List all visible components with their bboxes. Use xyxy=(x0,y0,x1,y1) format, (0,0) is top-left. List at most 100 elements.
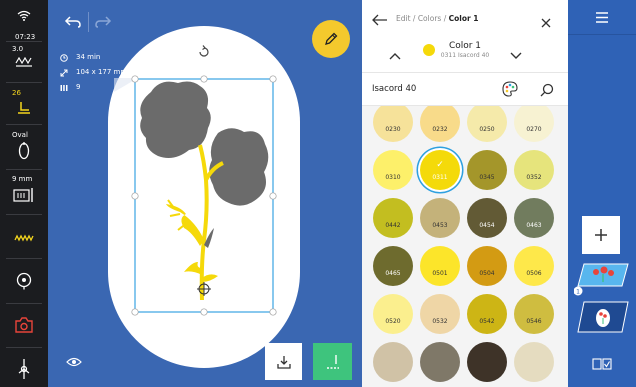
swatch-number: 0310 xyxy=(385,174,401,181)
swatch-number: 0542 xyxy=(479,318,495,325)
close-button[interactable] xyxy=(541,13,551,32)
layer-badge-number: 1 xyxy=(576,289,580,296)
stitch-out-icon xyxy=(326,354,339,369)
palette-icon xyxy=(502,81,518,97)
wifi-icon xyxy=(17,10,31,21)
presser-foot-button[interactable] xyxy=(0,101,48,115)
swatch-number: 0270 xyxy=(526,126,542,133)
needle-position-icon xyxy=(18,359,30,379)
hoop-label: Oval xyxy=(12,131,28,139)
needle-position-button[interactable] xyxy=(0,358,48,380)
menu-button[interactable] xyxy=(568,0,636,34)
swatch-number: 0453 xyxy=(432,222,448,229)
search-icon xyxy=(540,83,554,97)
color-swatch[interactable]: 0270 xyxy=(514,106,554,142)
bobbin-button[interactable] xyxy=(0,272,48,290)
clock-time: 07:23 xyxy=(15,33,36,41)
color-code: 0311 Isacord 40 xyxy=(440,52,490,59)
search-button[interactable] xyxy=(540,82,554,101)
color-swatch[interactable]: 0542 xyxy=(467,294,507,334)
hoop-button[interactable] xyxy=(0,142,48,160)
color-swatch[interactable] xyxy=(373,342,413,382)
color-swatch[interactable]: 0232 xyxy=(420,106,460,142)
stitch-pattern-icon xyxy=(14,234,34,242)
stitch-length-label: 3.0 xyxy=(12,45,24,53)
pencil-icon xyxy=(325,32,338,45)
select-all-button[interactable] xyxy=(592,355,612,374)
color-swatch[interactable]: 0501 xyxy=(420,246,460,286)
check-icon: ✓ xyxy=(436,160,444,170)
color-swatch[interactable] xyxy=(467,342,507,382)
start-stitch-button[interactable] xyxy=(313,343,352,380)
poppy-flower xyxy=(140,81,269,301)
layer-thumbnails[interactable]: 1 xyxy=(574,258,630,338)
embroidery-canvas[interactable]: 34 min 104 x 177 mm 9 xyxy=(48,0,362,387)
thread-library-row: Isacord 40 xyxy=(362,72,568,106)
add-design-button[interactable] xyxy=(582,216,620,254)
swatch-number: 0506 xyxy=(526,270,542,277)
stitch-length-button[interactable] xyxy=(0,57,48,69)
color-swatch[interactable]: 0453 xyxy=(420,198,460,238)
color-swatch[interactable]: 0506 xyxy=(514,246,554,286)
preview-button[interactable] xyxy=(66,352,82,371)
save-button[interactable] xyxy=(265,343,302,380)
swatch-number: 0250 xyxy=(479,126,495,133)
arrow-left-icon xyxy=(372,14,387,26)
right-sidebar: 1 xyxy=(568,0,636,387)
swatch-number: 0504 xyxy=(479,270,495,277)
color-swatch[interactable]: ✓ 0311 xyxy=(420,150,460,190)
needle-plate-button[interactable] xyxy=(0,187,48,203)
breadcrumb: Edit / Colors / Color 1 xyxy=(396,14,479,23)
rotate-handle[interactable] xyxy=(197,45,211,59)
palette-button[interactable] xyxy=(502,81,518,101)
swatch-number: 0345 xyxy=(479,174,495,181)
back-button[interactable] xyxy=(372,11,388,30)
layer-1-thumbnail[interactable] xyxy=(577,263,629,287)
color-swatch[interactable]: 0310 xyxy=(373,150,413,190)
swatch-number: 0465 xyxy=(385,270,401,277)
color-swatch[interactable]: 0230 xyxy=(373,106,413,142)
bobbin-icon xyxy=(16,272,32,290)
color-swatch[interactable]: 0345 xyxy=(467,150,507,190)
camera-icon xyxy=(15,317,33,333)
swatch-number: 0230 xyxy=(385,126,401,133)
thread-library-name: Isacord 40 xyxy=(372,84,417,94)
layer-2-thumbnail[interactable] xyxy=(577,301,629,333)
move-crosshair-icon[interactable] xyxy=(197,282,211,296)
presser-foot-icon xyxy=(18,102,30,114)
close-icon xyxy=(541,18,551,28)
swatch-grid: 0230 0232 0250 0270 0310 ✓ 0311 0345 0352 0442 045… xyxy=(362,106,568,387)
color-swatch[interactable]: 0546 xyxy=(514,294,554,334)
swatch-number: 0546 xyxy=(526,318,542,325)
color-swatch[interactable]: 0504 xyxy=(467,246,507,286)
eye-icon xyxy=(66,357,82,367)
color-panel: Edit / Colors / Color 1 Color 1 0311 Isa… xyxy=(362,0,568,387)
edit-button[interactable] xyxy=(312,20,350,58)
color-swatch[interactable]: 0463 xyxy=(514,198,554,238)
color-swatch[interactable]: 0454 xyxy=(467,198,507,238)
plus-icon xyxy=(595,229,607,241)
hamburger-icon xyxy=(596,11,608,23)
next-color-button[interactable] xyxy=(510,45,522,64)
embroidery-design[interactable] xyxy=(48,0,362,387)
swatch-number: 0442 xyxy=(385,222,401,229)
chevron-down-icon xyxy=(510,52,522,59)
color-swatch[interactable]: 0442 xyxy=(373,198,413,238)
swatch-number: 0520 xyxy=(385,318,401,325)
stitch-pattern-button[interactable] xyxy=(0,234,48,242)
camera-button[interactable] xyxy=(0,317,48,333)
color-swatch[interactable]: 0352 xyxy=(514,150,554,190)
color-swatch[interactable] xyxy=(420,342,460,382)
swatch-number: 0454 xyxy=(479,222,495,229)
breadcrumb-path: Edit / Colors / xyxy=(396,14,447,23)
swatch-number: 0532 xyxy=(432,318,448,325)
color-swatch[interactable]: 0532 xyxy=(420,294,460,334)
color-name: Color 1 xyxy=(448,41,482,51)
needle-plate-label: 9 mm xyxy=(12,175,33,183)
feed-dog-icon xyxy=(15,57,32,67)
color-swatch[interactable]: 0520 xyxy=(373,294,413,334)
color-swatch[interactable]: 0250 xyxy=(467,106,507,142)
color-swatch[interactable] xyxy=(514,342,554,382)
multi-select-icon xyxy=(592,358,612,370)
color-swatch[interactable]: 0465 xyxy=(373,246,413,286)
